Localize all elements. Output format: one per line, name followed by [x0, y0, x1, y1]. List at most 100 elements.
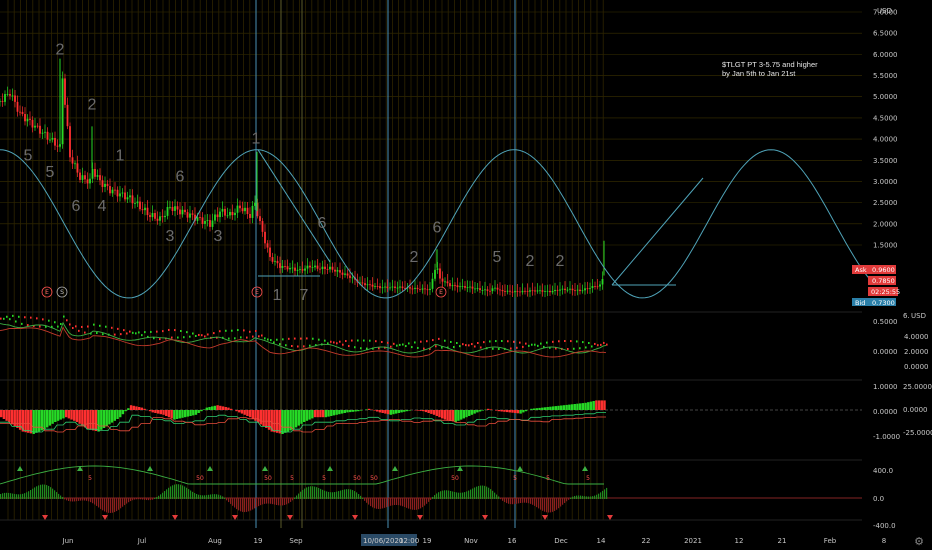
panel3-bar [498, 496, 500, 499]
candle-body [584, 288, 586, 291]
wave-label: 6 [176, 168, 185, 185]
panel1-dot [75, 325, 77, 328]
panel3-bar [222, 496, 224, 499]
candle-body [436, 268, 439, 270]
signal-label: 5 [586, 475, 590, 482]
panel2-tick: 0.0000 [873, 408, 898, 416]
candle-body [349, 275, 351, 278]
panel3-bar [314, 486, 316, 499]
macd-histogram-bar [257, 410, 260, 423]
candle-body [296, 269, 299, 271]
panel3-bar [426, 498, 428, 504]
settings-gear-icon[interactable]: ⚙ [913, 536, 925, 548]
candle-body [419, 289, 421, 290]
candle-body [444, 281, 446, 283]
panel3-bar [602, 490, 604, 499]
macd-histogram-bar [0, 410, 3, 418]
macd-histogram-bar [303, 410, 306, 422]
panel1-dot [237, 329, 239, 332]
candle-body [386, 286, 389, 289]
macd-histogram-bar [459, 410, 463, 420]
candle-body [11, 95, 14, 97]
macd-histogram-bar [348, 410, 352, 413]
panel3-bar [380, 498, 382, 509]
panel3-bar [242, 498, 244, 512]
panel3-bar [64, 498, 66, 500]
panel3-bar [364, 498, 366, 501]
macd-histogram-bar [43, 410, 46, 430]
candle-body [346, 273, 349, 276]
panel1-dot [531, 343, 533, 346]
wave-label: 5 [493, 249, 502, 266]
panel1-dot [441, 346, 443, 349]
panel1-dot [243, 329, 245, 332]
panel3-bar [422, 498, 424, 508]
panel3-bar [504, 498, 506, 503]
macd-histogram-bar [262, 410, 265, 427]
panel3-bar [252, 498, 254, 510]
panel1-right-tick: 2.0000 [904, 348, 929, 356]
price-tick-label: 2.5000 [873, 199, 898, 207]
panel3-bar [228, 498, 230, 503]
panel3-bar [132, 498, 134, 501]
macd-histogram-bar [78, 410, 81, 424]
panel1-dot [114, 333, 116, 336]
panel1-dot [426, 340, 428, 343]
candle-body [76, 163, 79, 173]
panel3-bar [294, 497, 296, 499]
panel3-bar [588, 496, 590, 499]
candle-body [381, 287, 384, 289]
candle-body [154, 213, 156, 219]
candle-body [34, 125, 36, 128]
panel1-dot [606, 343, 608, 346]
price-tick-label: 3.5000 [873, 157, 898, 165]
panel3-bar [106, 498, 108, 513]
panel3-bar [274, 498, 276, 505]
panel1-dot [150, 330, 152, 333]
time-tick-label: 2021 [684, 537, 702, 545]
candle-body [49, 139, 51, 141]
macd-histogram-bar [532, 408, 536, 410]
annotation-line-1: $TLGT PT 3-5.75 and higher [722, 60, 818, 69]
candle-body [236, 205, 239, 213]
panel3-bar [462, 492, 464, 499]
macd-histogram-bar [208, 407, 211, 410]
candle-body [104, 183, 106, 187]
macd-histogram-bar [143, 408, 146, 410]
panel3-bar [54, 490, 56, 499]
candle-body [499, 289, 501, 291]
trading-chart[interactable]: 2255166 43 3161 7265 2 2 ESEE 0.50000.00006. U… [0, 0, 932, 550]
panel1-dot [255, 329, 257, 332]
candle-body [61, 78, 64, 145]
signal-label: 50 [196, 475, 204, 482]
panel3-bar [324, 490, 326, 499]
panel3-bar [110, 498, 112, 513]
panel1-dot [567, 347, 569, 350]
macd-histogram-bar [91, 410, 95, 431]
macd-histogram-bar [408, 410, 411, 411]
macd-histogram-bar [384, 410, 387, 414]
macd-histogram-bar [186, 410, 190, 417]
panel2-right-tick: 0.0000 [903, 406, 928, 414]
macd-histogram-bar [565, 404, 568, 410]
panel1-dot [219, 330, 221, 333]
macd-histogram-bar [281, 410, 284, 434]
panel1-dot [585, 346, 587, 349]
panel1-dot [573, 347, 575, 350]
panel3-bar [334, 492, 336, 499]
panel1-dot [78, 329, 80, 332]
panel3-bar [386, 498, 388, 508]
panel3-bar [458, 492, 460, 499]
wave-label: 3 [166, 228, 175, 245]
candle-body [526, 290, 529, 292]
panel3-bar [566, 498, 568, 502]
candle-body [16, 101, 19, 112]
panel1-dot [303, 345, 305, 348]
panel1-dot [354, 346, 356, 349]
candle-body [191, 213, 194, 215]
candle-body [601, 279, 604, 285]
macd-histogram-bar [200, 410, 203, 412]
panel3-bar [168, 487, 170, 499]
macd-histogram-bar [29, 410, 33, 434]
panel1-dot [105, 325, 107, 328]
